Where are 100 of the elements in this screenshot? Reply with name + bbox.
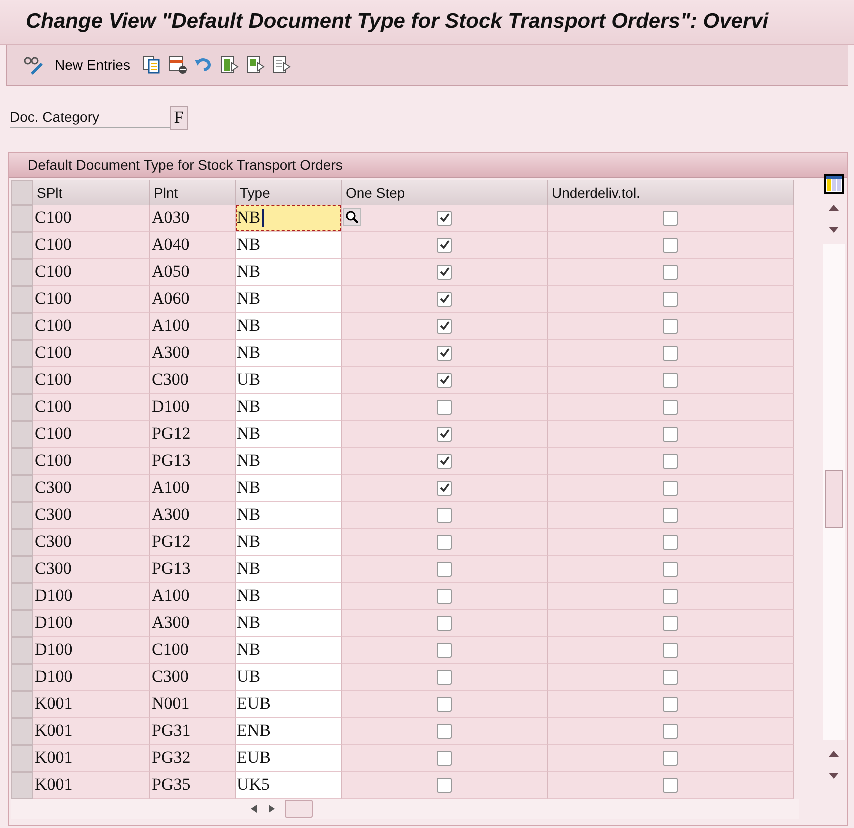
checkbox[interactable] (437, 670, 452, 684)
checkbox[interactable] (663, 588, 678, 604)
type-input-field[interactable]: NB (236, 313, 341, 339)
column-header[interactable]: Underdeliv.tol. (548, 180, 794, 205)
table-cell: C100 (150, 637, 236, 664)
checkbox[interactable] (437, 426, 452, 442)
checkbox[interactable] (663, 346, 678, 360)
type-input-field[interactable]: NB (236, 583, 341, 609)
checkbox[interactable] (437, 346, 452, 360)
table-cell: PG13 (150, 448, 236, 475)
table-cell: D100 (33, 610, 150, 637)
type-input-field[interactable]: NB (236, 340, 341, 366)
type-input-field[interactable]: NB (236, 421, 341, 447)
checkbox[interactable] (663, 210, 678, 226)
checkbox[interactable] (437, 750, 452, 766)
scroll-down-icon[interactable] (829, 227, 840, 233)
select-all-icon[interactable] (220, 55, 240, 75)
column-header[interactable]: Type (236, 180, 342, 205)
select-block-icon[interactable] (246, 55, 266, 75)
table-cell: C100 (33, 286, 150, 313)
scroll-down-icon[interactable] (829, 773, 840, 779)
checkbox[interactable] (437, 318, 452, 334)
doc-category-field[interactable]: F (170, 106, 188, 130)
checkbox[interactable] (437, 372, 452, 388)
type-input-field[interactable]: NB (236, 205, 341, 231)
type-input-field[interactable]: UB (236, 664, 341, 690)
checkbox[interactable] (663, 400, 678, 414)
checkbox[interactable] (437, 400, 452, 414)
table-settings-icon[interactable] (824, 174, 844, 194)
checkbox[interactable] (663, 696, 678, 712)
scroll-up-icon[interactable] (829, 205, 840, 211)
checkbox[interactable] (663, 372, 678, 388)
checkbox[interactable] (437, 588, 452, 604)
scrollbar-thumb[interactable] (825, 470, 844, 528)
checkbox[interactable] (437, 642, 452, 658)
type-input-field[interactable]: UB (236, 367, 341, 393)
checkbox[interactable] (663, 642, 678, 658)
checkbox[interactable] (663, 238, 678, 252)
type-input-field[interactable]: NB (236, 610, 341, 636)
checkbox[interactable] (437, 724, 452, 738)
type-input-field[interactable]: NB (236, 259, 341, 285)
checkbox[interactable] (437, 508, 452, 522)
type-input-field[interactable]: UK5 (236, 772, 341, 798)
type-input-field[interactable]: NB (236, 502, 341, 528)
checkbox[interactable] (663, 616, 678, 630)
checkbox[interactable] (663, 778, 678, 792)
checkbox[interactable] (437, 264, 452, 280)
column-header[interactable]: One Step (342, 180, 548, 205)
checkbox[interactable] (437, 292, 452, 306)
type-input-field[interactable]: NB (236, 448, 341, 474)
type-input-field[interactable]: EUB (236, 691, 341, 717)
column-header[interactable]: SPlt (33, 180, 150, 205)
checkbox[interactable] (663, 480, 678, 496)
checkbox[interactable] (437, 454, 452, 468)
search-help-button[interactable] (343, 208, 361, 226)
table-cell: A100 (150, 313, 236, 340)
type-input-field[interactable]: NB (236, 394, 341, 420)
deselect-icon[interactable] (272, 55, 292, 75)
checkbox[interactable] (663, 750, 678, 766)
type-input-field[interactable]: EUB (236, 745, 341, 771)
table-cell: A100 (150, 475, 236, 502)
checkbox[interactable] (437, 778, 452, 792)
type-input-field[interactable]: NB (236, 286, 341, 312)
table-cell: D100 (33, 637, 150, 664)
copy-icon[interactable] (142, 55, 162, 75)
checkbox[interactable] (663, 724, 678, 738)
type-input-field[interactable]: NB (236, 529, 341, 555)
type-input-field[interactable]: NB (236, 637, 341, 663)
new-entries-button[interactable]: New Entries (51, 57, 134, 73)
table-cell: D100 (33, 664, 150, 691)
table-cell: A030 (150, 205, 236, 232)
glasses-pencil-icon[interactable] (23, 55, 45, 75)
checkbox[interactable] (437, 562, 452, 576)
checkbox[interactable] (663, 292, 678, 306)
checkbox[interactable] (437, 480, 452, 496)
checkbox[interactable] (663, 508, 678, 522)
checkbox[interactable] (663, 454, 678, 468)
table-cell: C100 (33, 205, 150, 232)
checkbox[interactable] (663, 318, 678, 334)
type-input-field[interactable]: NB (236, 475, 341, 501)
checkbox[interactable] (663, 264, 678, 280)
checkbox[interactable] (663, 562, 678, 576)
delete-row-icon[interactable] (168, 55, 188, 75)
checkbox[interactable] (437, 616, 452, 630)
scroll-up-icon[interactable] (829, 751, 840, 757)
checkbox[interactable] (437, 238, 452, 252)
checkbox[interactable] (437, 210, 452, 226)
scroll-left-button[interactable] (249, 802, 259, 816)
checkbox[interactable] (437, 696, 452, 712)
table-cell: C100 (33, 259, 150, 286)
checkbox[interactable] (663, 426, 678, 442)
type-input-field[interactable]: NB (236, 232, 341, 258)
checkbox[interactable] (663, 670, 678, 684)
checkbox[interactable] (437, 534, 452, 550)
column-header[interactable]: Plnt (150, 180, 236, 205)
checkbox[interactable] (663, 534, 678, 550)
scroll-right-button[interactable] (267, 802, 277, 816)
scrollbar-thumb[interactable] (285, 800, 313, 818)
type-input-field[interactable]: NB (236, 556, 341, 582)
type-input-field[interactable]: ENB (236, 718, 341, 744)
